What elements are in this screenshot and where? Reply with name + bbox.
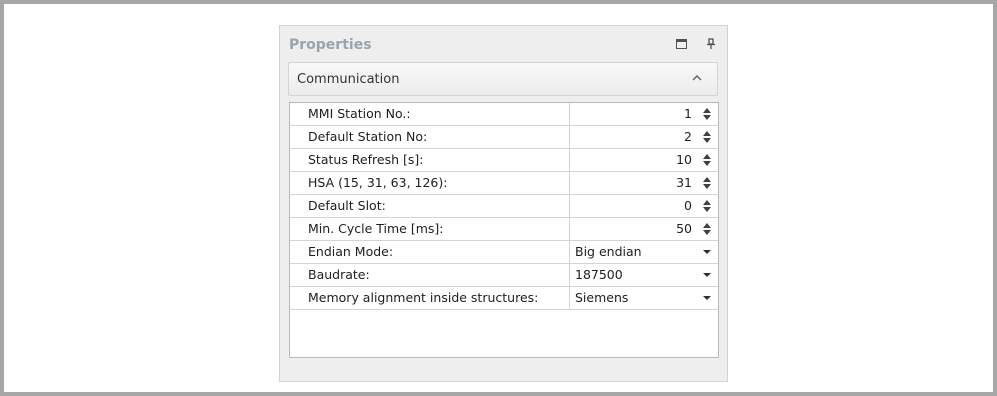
spinner-updown-icon[interactable]	[702, 107, 712, 121]
property-name: Min. Cycle Time [ms]:	[290, 218, 570, 240]
dropdown-arrow-icon[interactable]	[702, 295, 712, 301]
property-value: Big endian	[575, 244, 642, 259]
property-value: Siemens	[575, 290, 629, 305]
property-row[interactable]: HSA (15, 31, 63, 126): 31	[290, 172, 718, 195]
property-value: 0	[684, 198, 692, 213]
chevron-up-icon[interactable]	[691, 72, 703, 84]
dropdown-arrow-icon[interactable]	[702, 272, 712, 278]
property-value: 1	[684, 106, 692, 121]
spinner-updown-icon[interactable]	[702, 222, 712, 236]
dropdown-arrow-icon[interactable]	[702, 249, 712, 255]
property-row[interactable]: Endian Mode: Big endian	[290, 241, 718, 264]
property-row[interactable]: Memory alignment inside structures: Sieme…	[290, 287, 718, 310]
property-name: Default Station No:	[290, 126, 570, 148]
property-spinner-field[interactable]: 1	[570, 103, 718, 125]
property-dropdown-field[interactable]: Siemens	[570, 287, 718, 309]
property-name: MMI Station No.:	[290, 103, 570, 125]
properties-panel: Properties Communication MMI Station No.…	[279, 25, 728, 382]
property-value: 50	[676, 221, 692, 236]
property-row[interactable]: Default Slot: 0	[290, 195, 718, 218]
property-value: 2	[684, 129, 692, 144]
property-name: Baudrate:	[290, 264, 570, 286]
property-row[interactable]: MMI Station No.: 1	[290, 103, 718, 126]
spinner-updown-icon[interactable]	[702, 176, 712, 190]
property-name: Memory alignment inside structures:	[290, 287, 570, 309]
property-spinner-field[interactable]: 10	[570, 149, 718, 171]
property-row[interactable]: Default Station No: 2	[290, 126, 718, 149]
property-spinner-field[interactable]: 2	[570, 126, 718, 148]
panel-header: Properties	[280, 26, 727, 62]
property-spinner-field[interactable]: 0	[570, 195, 718, 217]
property-row[interactable]: Status Refresh [s]: 10	[290, 149, 718, 172]
property-grid: MMI Station No.: 1 Default Station No: 2 Sta…	[289, 102, 719, 358]
panel-title: Properties	[289, 37, 372, 53]
property-name: HSA (15, 31, 63, 126):	[290, 172, 570, 194]
section-label: Communication	[297, 72, 400, 87]
property-name: Status Refresh [s]:	[290, 149, 570, 171]
property-spinner-field[interactable]: 50	[570, 218, 718, 240]
property-name: Default Slot:	[290, 195, 570, 217]
property-name: Endian Mode:	[290, 241, 570, 263]
property-spinner-field[interactable]: 31	[570, 172, 718, 194]
spinner-updown-icon[interactable]	[702, 153, 712, 167]
maximize-icon[interactable]	[674, 37, 688, 51]
property-value: 187500	[575, 267, 623, 282]
screenshot-frame: Properties Communication MMI Station No.…	[0, 0, 997, 396]
property-dropdown-field[interactable]: Big endian	[570, 241, 718, 263]
spinner-updown-icon[interactable]	[702, 130, 712, 144]
property-value: 31	[676, 175, 692, 190]
property-dropdown-field[interactable]: 187500	[570, 264, 718, 286]
property-row[interactable]: Min. Cycle Time [ms]: 50	[290, 218, 718, 241]
spinner-updown-icon[interactable]	[702, 199, 712, 213]
property-row[interactable]: Baudrate: 187500	[290, 264, 718, 287]
property-value: 10	[676, 152, 692, 167]
communication-section-header[interactable]: Communication	[288, 62, 718, 96]
pin-icon[interactable]	[704, 37, 718, 51]
